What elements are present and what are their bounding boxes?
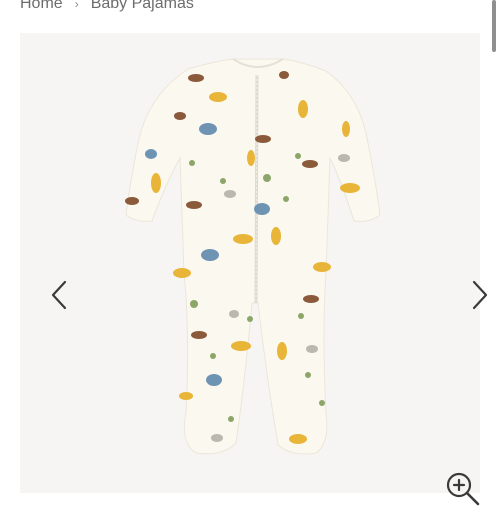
- zoom-in-icon: [446, 472, 480, 506]
- breadcrumb-current: Baby Pajamas: [90, 0, 194, 12]
- previous-image-button[interactable]: [42, 273, 76, 317]
- product-image-gallery: [20, 33, 488, 506]
- zoom-button[interactable]: [444, 470, 482, 508]
- scrollbar-thumb[interactable]: [492, 0, 496, 52]
- breadcrumb: Home › Baby Pajamas: [20, 0, 194, 15]
- breadcrumb-separator: ›: [74, 0, 79, 11]
- next-image-button[interactable]: [463, 273, 497, 317]
- chevron-left-icon: [51, 280, 67, 310]
- product-image: [125, 58, 381, 455]
- sleepsuit-garment: [125, 58, 381, 455]
- breadcrumb-home-link[interactable]: Home: [20, 0, 63, 13]
- chevron-right-icon: [472, 280, 488, 310]
